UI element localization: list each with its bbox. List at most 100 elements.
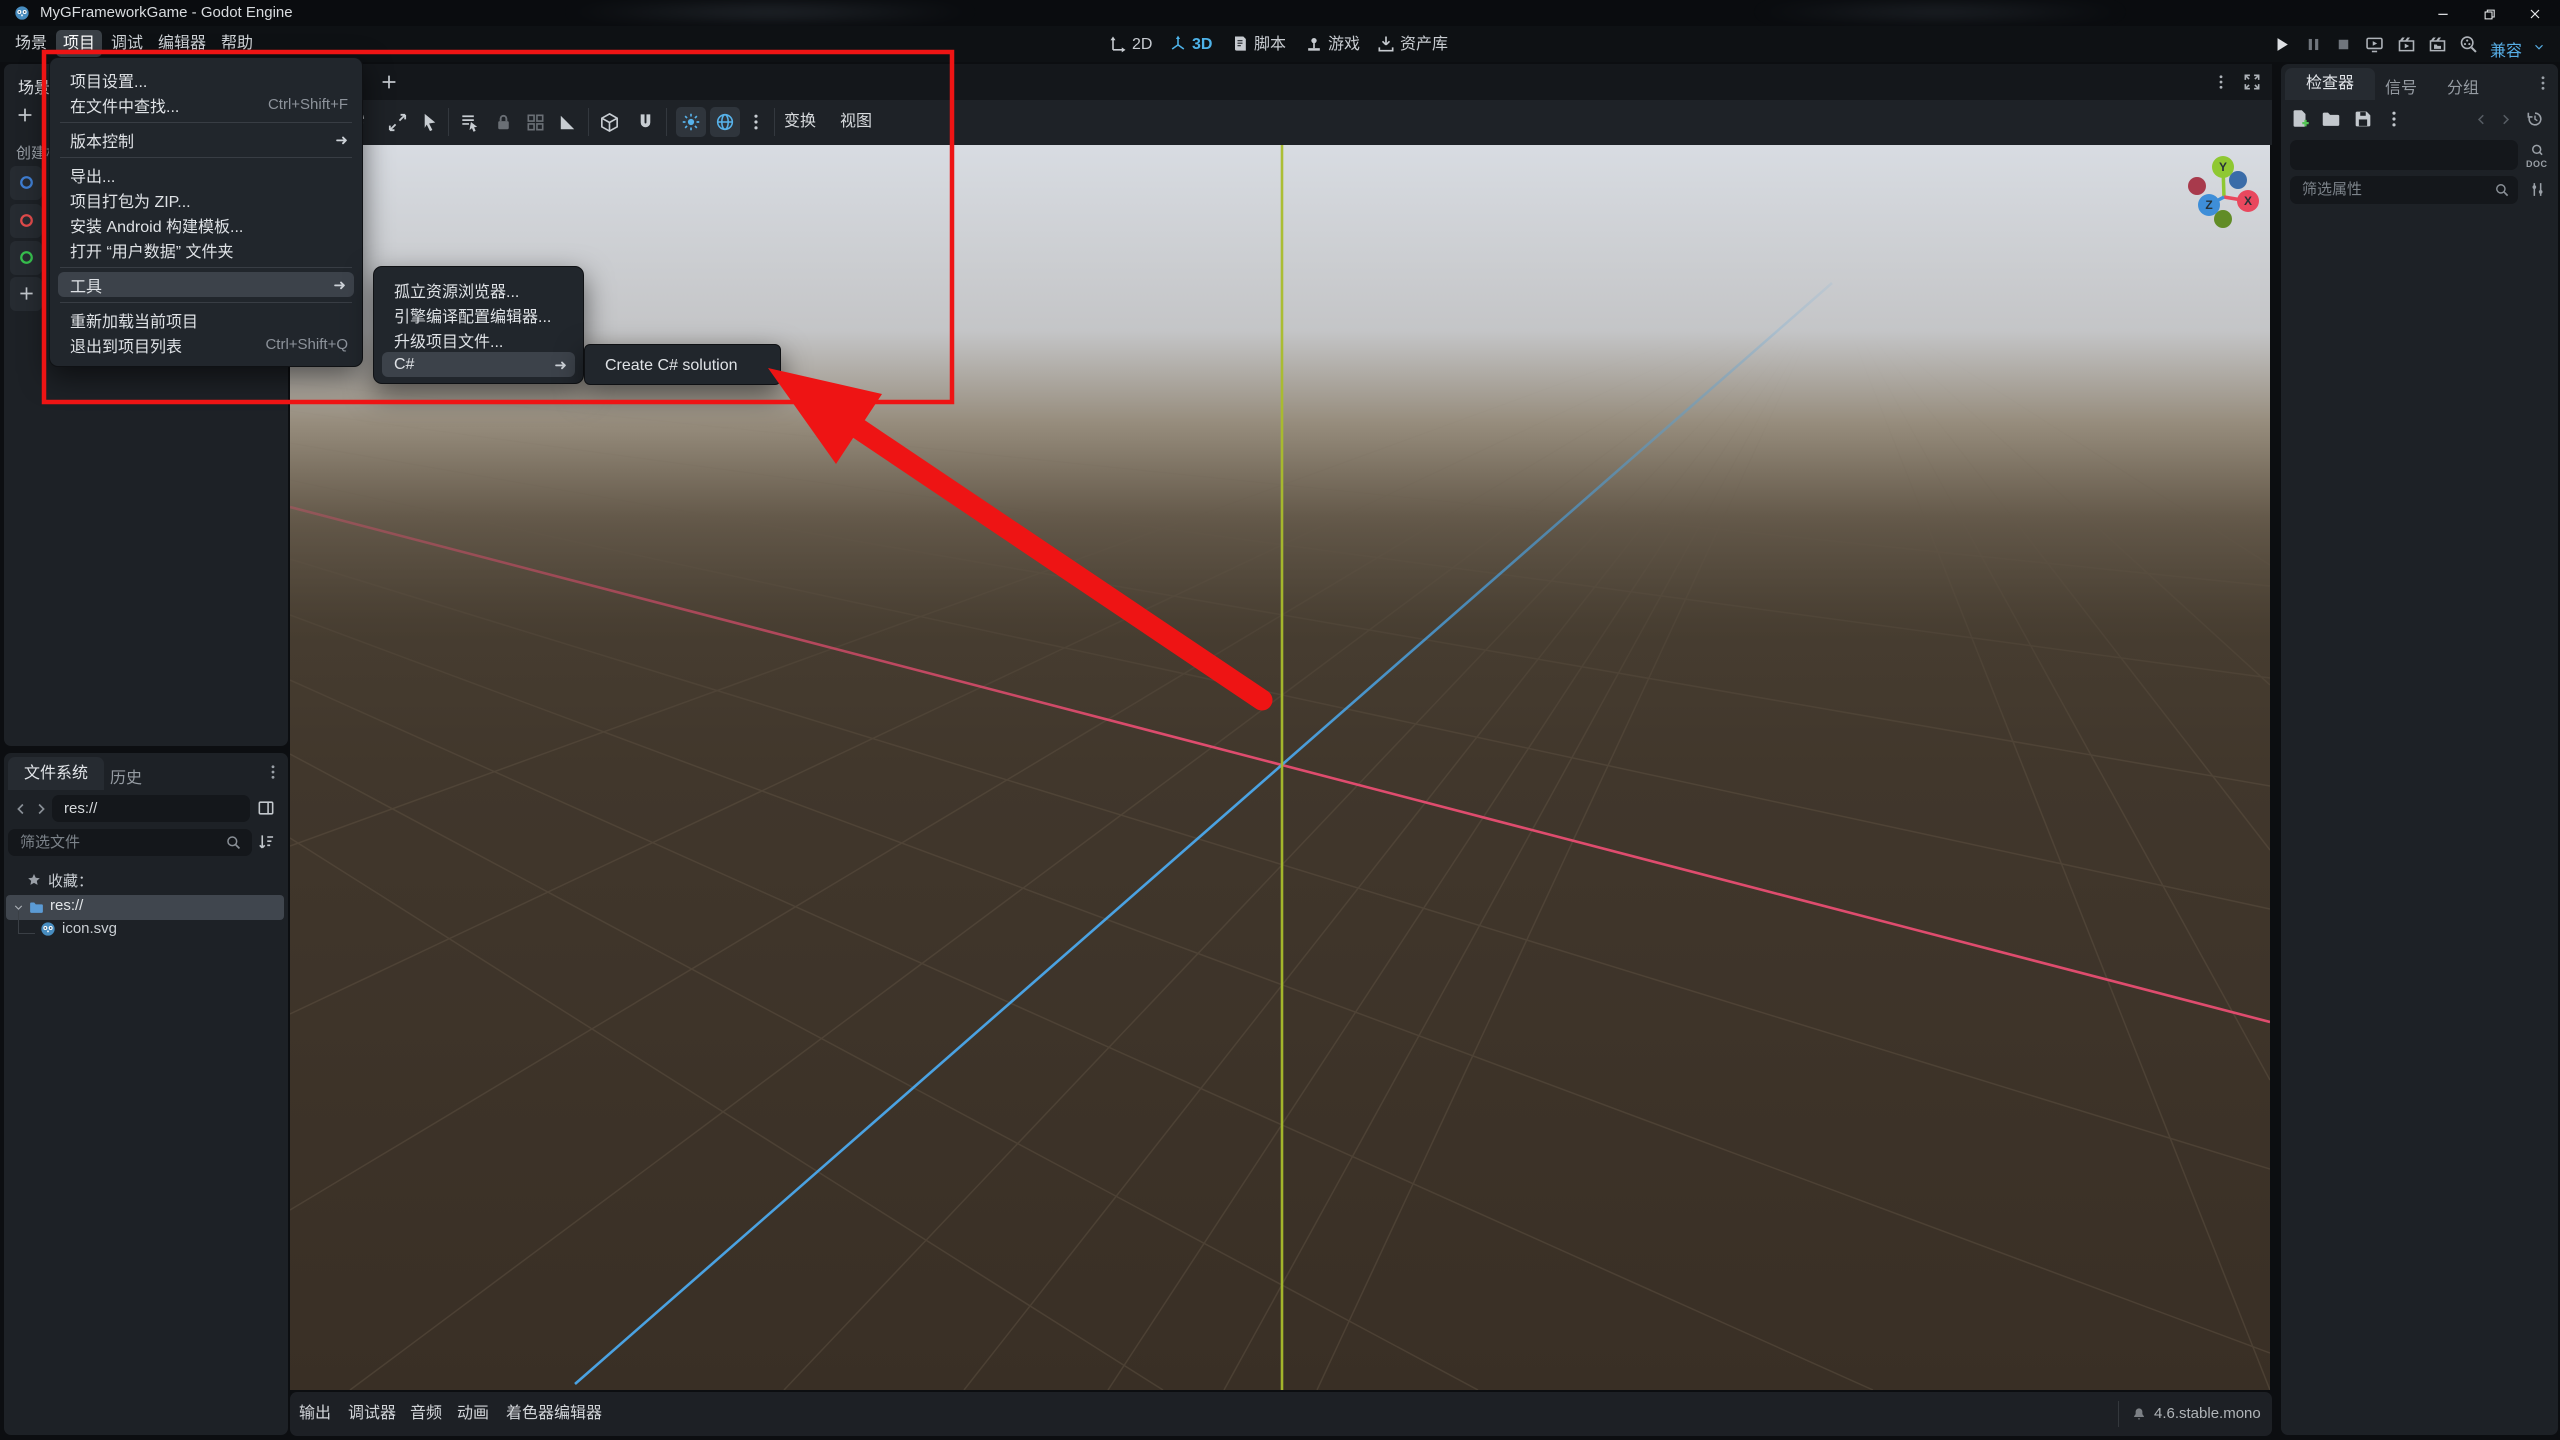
remote-debug-icon[interactable] bbox=[2364, 34, 2385, 55]
favorites-label: 收藏： bbox=[48, 873, 94, 890]
menu-item-project-settings[interactable]: 项目设置... bbox=[50, 67, 362, 92]
history-forward-icon[interactable] bbox=[2497, 111, 2514, 128]
workspace-tab-3d[interactable]: 3D bbox=[1192, 33, 1212, 57]
scene-tab-list-icon[interactable] bbox=[2212, 73, 2230, 91]
workspace-tab-assetlib[interactable]: 资产库 bbox=[1400, 33, 1448, 57]
select-tool-icon[interactable] bbox=[418, 111, 441, 134]
lock-icon[interactable] bbox=[492, 111, 515, 134]
menu-debug[interactable]: 调试 bbox=[104, 30, 150, 57]
sun-toggle[interactable] bbox=[676, 107, 706, 137]
minimize-button[interactable] bbox=[2420, 0, 2466, 26]
play-icon[interactable] bbox=[2272, 35, 2291, 54]
scale-tool-icon[interactable] bbox=[386, 111, 409, 134]
nav-forward-icon[interactable] bbox=[32, 800, 50, 818]
menu-item-export[interactable]: 导出... bbox=[50, 162, 362, 187]
game-icon bbox=[1304, 34, 1324, 54]
menu-item-find-in-files[interactable]: 在文件中查找... Ctrl+Shift+F bbox=[50, 92, 362, 117]
tab-signals[interactable]: 信号 bbox=[2385, 74, 2417, 98]
menu-item-create-csharp-solution[interactable]: Create C# solution bbox=[585, 352, 780, 379]
group-icon[interactable] bbox=[524, 111, 547, 134]
filter-files-input[interactable]: 筛选文件 bbox=[8, 829, 252, 856]
create-2d-scene-button[interactable] bbox=[10, 166, 42, 200]
menu-item-open-user-data-folder[interactable]: 打开 “用户数据” 文件夹 bbox=[50, 237, 362, 262]
menu-separator bbox=[50, 117, 362, 127]
history-back-icon[interactable] bbox=[2473, 111, 2490, 128]
gizmo-mode-icon[interactable] bbox=[598, 111, 621, 134]
load-resource-icon[interactable] bbox=[2320, 108, 2342, 130]
filter-properties-input[interactable]: 筛选属性 bbox=[2290, 176, 2518, 204]
snap-icon[interactable] bbox=[634, 111, 657, 134]
menu-item-reload-project[interactable]: 重新加载当前项目 bbox=[50, 307, 362, 332]
nav-back-icon[interactable] bbox=[12, 800, 30, 818]
pause-icon[interactable] bbox=[2304, 35, 2323, 54]
gizmo-y-label: Y bbox=[2219, 160, 2227, 174]
menu-item-version-control[interactable]: 版本控制 ➜ bbox=[50, 127, 362, 152]
menu-item-upgrade-project-files[interactable]: 升级项目文件... bbox=[374, 327, 583, 352]
new-resource-icon[interactable] bbox=[2289, 108, 2311, 130]
tree-row-root[interactable]: res:// bbox=[6, 895, 284, 920]
path-input[interactable]: res:// bbox=[52, 795, 250, 822]
tree-file-label[interactable]: icon.svg bbox=[62, 920, 117, 937]
axis-gizmo[interactable]: Y X Z bbox=[2170, 145, 2280, 255]
tab-history[interactable]: 历史 bbox=[110, 764, 142, 788]
property-tools-icon[interactable] bbox=[2528, 180, 2547, 199]
view-menu[interactable]: 视图 bbox=[840, 110, 872, 134]
menu-separator bbox=[50, 152, 362, 162]
menu-scene[interactable]: 场景 bbox=[8, 30, 54, 57]
menu-editor[interactable]: 编辑器 bbox=[152, 30, 212, 57]
tab-groups[interactable]: 分组 bbox=[2447, 74, 2479, 98]
play-custom-scene-icon[interactable] bbox=[2427, 34, 2448, 55]
menu-item-tools[interactable]: 工具 ➜ bbox=[58, 272, 354, 297]
dock-options-icon[interactable] bbox=[264, 763, 282, 781]
workspace-tab-2d[interactable]: 2D bbox=[1132, 33, 1152, 57]
version-label[interactable]: 4.6.stable.mono bbox=[2154, 1403, 2261, 1425]
gizmo-neg-x-ball[interactable] bbox=[2188, 177, 2206, 195]
menu-item-orphan-resource-explorer[interactable]: 孤立资源浏览器... bbox=[374, 277, 583, 302]
gizmo-x-label: X bbox=[2244, 194, 2252, 208]
create-other-node-button[interactable] bbox=[10, 277, 42, 311]
dock-options-icon[interactable] bbox=[2534, 74, 2552, 92]
bottom-tab-animation[interactable]: 动画 bbox=[457, 1403, 489, 1425]
menu-item-pack-zip[interactable]: 项目打包为 ZIP... bbox=[50, 187, 362, 212]
notification-bell-icon[interactable] bbox=[2130, 1405, 2148, 1423]
select-list-icon[interactable] bbox=[458, 111, 481, 134]
inspector-dock: 检查器 信号 分组 DOC 筛选属性 bbox=[2281, 64, 2558, 1435]
new-scene-tab-icon[interactable] bbox=[378, 71, 400, 93]
bottom-tab-debugger[interactable]: 调试器 bbox=[348, 1403, 396, 1425]
tab-inspector[interactable]: 检查器 bbox=[2285, 68, 2375, 100]
menu-help[interactable]: 帮助 bbox=[214, 30, 260, 57]
menu-item-csharp[interactable]: C# ➜ bbox=[382, 352, 575, 377]
create-ui-scene-button[interactable] bbox=[10, 241, 42, 275]
object-history-icon[interactable] bbox=[2525, 109, 2545, 129]
project-menu-popup: 项目设置... 在文件中查找... Ctrl+Shift+F 版本控制 ➜ 导出..… bbox=[49, 57, 363, 367]
renderer-selector[interactable]: 兼容 bbox=[2490, 37, 2522, 61]
tab-scene[interactable]: 场景 bbox=[18, 74, 50, 98]
ruler-icon[interactable] bbox=[556, 111, 579, 134]
bottom-tab-shader-editor[interactable]: 着色器编辑器 bbox=[506, 1403, 602, 1425]
movie-maker-icon[interactable] bbox=[2458, 34, 2479, 55]
menu-item-quit-to-project-list[interactable]: 退出到项目列表 Ctrl+Shift+Q bbox=[50, 332, 362, 357]
play-scene-icon[interactable] bbox=[2396, 34, 2417, 55]
transform-menu[interactable]: 变换 bbox=[784, 110, 816, 134]
workspace-tab-script[interactable]: 脚本 bbox=[1254, 33, 1286, 57]
create-3d-scene-button[interactable] bbox=[10, 204, 42, 238]
menu-project[interactable]: 项目 bbox=[56, 30, 102, 57]
workspace-tab-game[interactable]: 游戏 bbox=[1328, 33, 1360, 57]
bottom-tab-audio[interactable]: 音频 bbox=[410, 1403, 442, 1425]
menu-item-engine-compile-config[interactable]: 引擎编译配置编辑器... bbox=[374, 302, 583, 327]
viewport-3d[interactable] bbox=[289, 145, 2271, 1391]
sort-files-icon[interactable] bbox=[256, 832, 276, 852]
stop-icon[interactable] bbox=[2334, 35, 2353, 54]
menu-item-install-android-template[interactable]: 安装 Android 构建模板... bbox=[50, 212, 362, 237]
close-button[interactable] bbox=[2512, 0, 2558, 26]
bottom-tab-output[interactable]: 输出 bbox=[299, 1403, 331, 1425]
add-node-button[interactable] bbox=[14, 104, 36, 126]
restore-button[interactable] bbox=[2466, 0, 2512, 26]
environment-toggle[interactable] bbox=[710, 107, 740, 137]
display-mode-icon[interactable] bbox=[256, 798, 276, 818]
save-resource-icon[interactable] bbox=[2352, 108, 2374, 130]
environment-options-icon[interactable] bbox=[746, 112, 766, 132]
resource-options-icon[interactable] bbox=[2384, 109, 2404, 129]
distraction-free-icon[interactable] bbox=[2242, 72, 2262, 92]
tab-filesystem[interactable]: 文件系统 bbox=[8, 757, 104, 790]
